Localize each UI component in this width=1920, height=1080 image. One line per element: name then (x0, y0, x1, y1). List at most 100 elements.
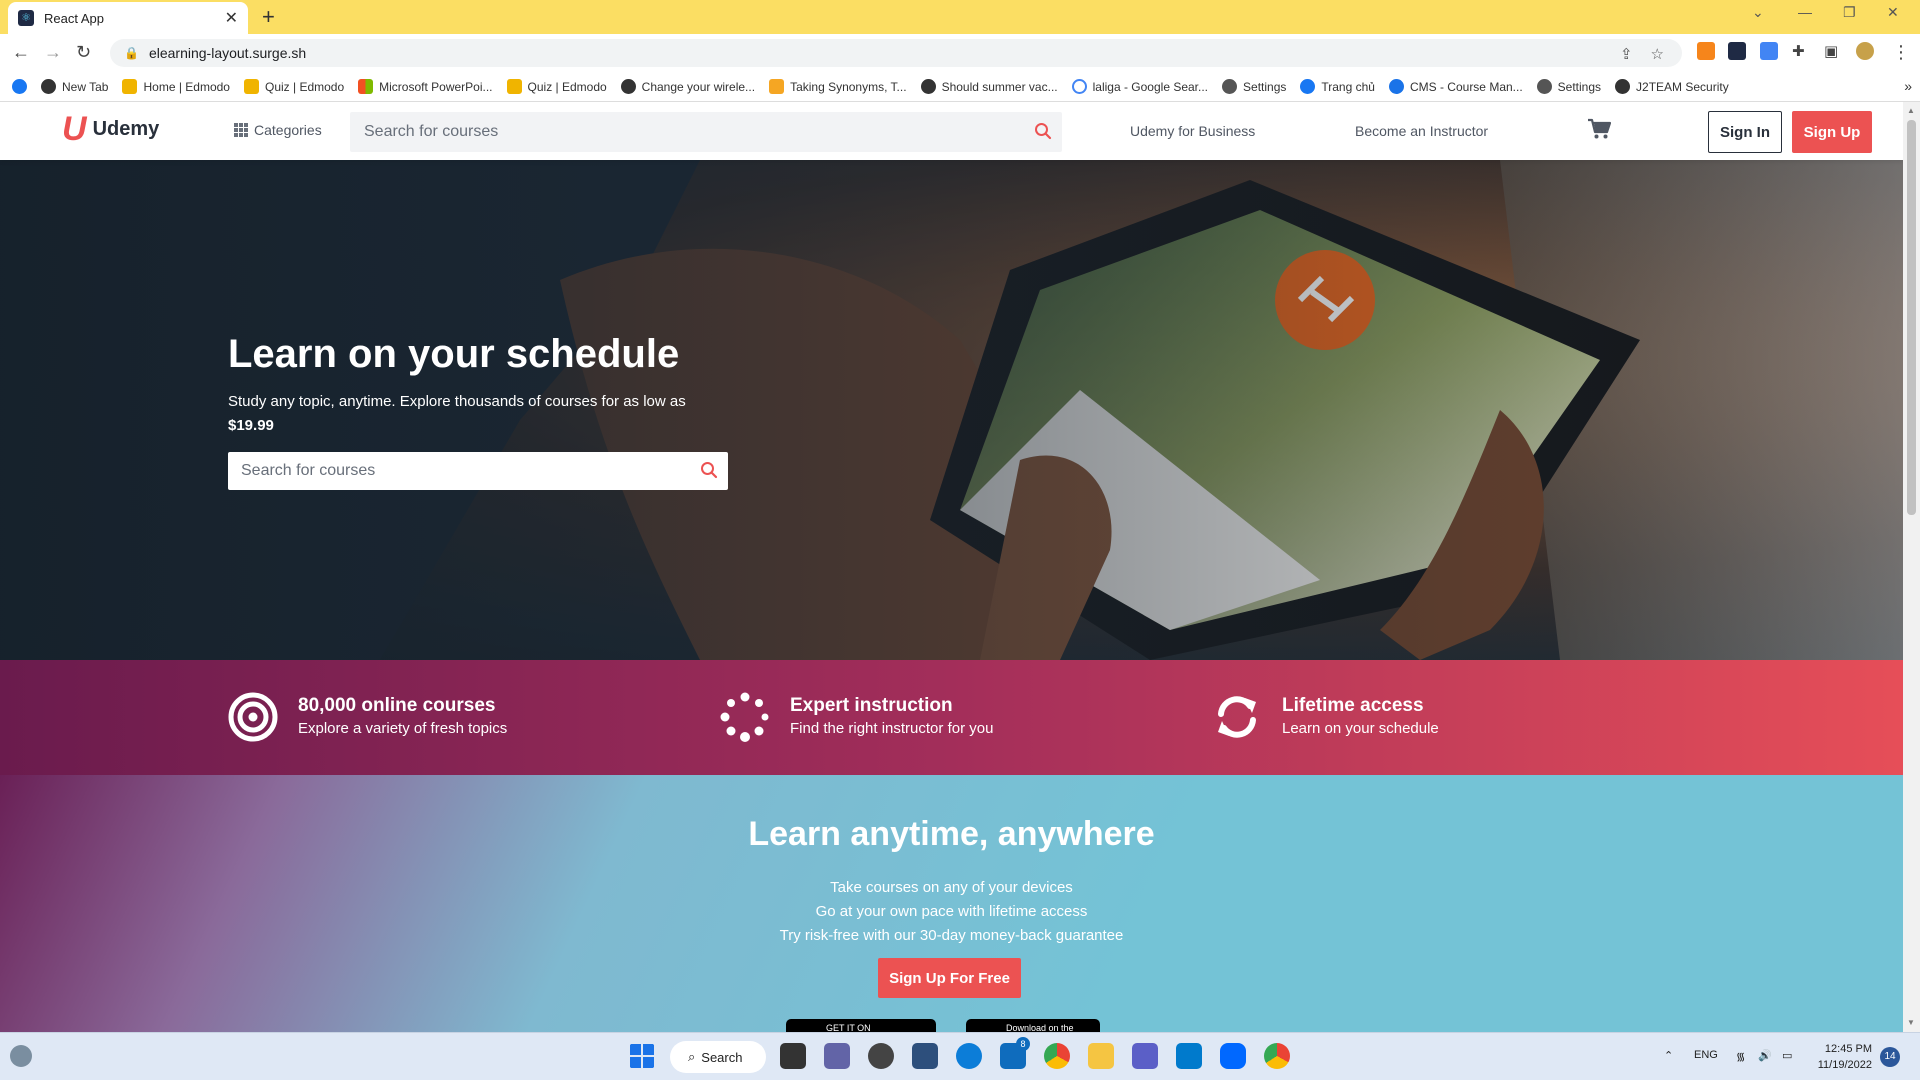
chrome-icon[interactable] (1044, 1043, 1070, 1069)
language-indicator[interactable]: ENG (1694, 1049, 1718, 1061)
cms-icon (1388, 79, 1404, 94)
window-close-icon[interactable]: ✕ (1887, 4, 1899, 21)
metamask-extension-icon[interactable] (1697, 42, 1715, 60)
file-explorer-icon[interactable] (1088, 1043, 1114, 1069)
puzzle-extensions-icon[interactable]: ✚ (1792, 42, 1805, 60)
microsoft-icon (358, 79, 374, 94)
minimize-icon[interactable]: — (1798, 4, 1812, 20)
bookmark-item[interactable]: Settings (1536, 79, 1601, 94)
wifi-icon[interactable]: ᯾ (1736, 1049, 1745, 1064)
bookmark-item[interactable]: Trang chủ (1300, 79, 1375, 94)
bookmark-item[interactable]: Quiz | Edmodo (243, 79, 344, 94)
categories-menu[interactable]: Categories (234, 122, 322, 138)
profile-avatar[interactable] (1856, 42, 1874, 60)
sign-up-button[interactable]: Sign Up (1792, 111, 1872, 153)
scroll-up-icon[interactable]: ▲ (1907, 106, 1915, 115)
bookmark-item[interactable]: Taking Synonyms, T... (769, 79, 907, 94)
search-icon[interactable] (700, 461, 718, 479)
search-icon[interactable] (1034, 122, 1052, 140)
double-chevron-right-icon[interactable]: » (1904, 78, 1912, 94)
categories-label: Categories (254, 122, 322, 138)
bookmark-item[interactable]: Settings (1222, 79, 1286, 94)
tab-close-icon[interactable]: ✕ (225, 8, 238, 28)
browser-tab[interactable]: ⚛ React App ✕ (8, 2, 248, 34)
browser-tab-bar: ⚛ React App ✕ + ⌄ — ❐ ✕ (0, 0, 1920, 34)
mail-badge: 8 (1016, 1037, 1030, 1051)
teams-chat-icon[interactable] (824, 1043, 850, 1069)
volume-icon[interactable]: 🔊 (1758, 1049, 1772, 1062)
taskbar-search[interactable]: ⌕ Search (670, 1041, 766, 1073)
sign-in-button[interactable]: Sign In (1708, 111, 1782, 153)
app-icon[interactable] (912, 1043, 938, 1069)
bookmark-label: Change your wirele... (641, 79, 756, 94)
chevron-down-icon[interactable]: ⌄ (1752, 4, 1764, 21)
menu-kebab-icon[interactable]: ⋮ (1892, 42, 1910, 63)
bookmark-item[interactable]: Should summer vac... (920, 79, 1058, 94)
edge-icon[interactable] (956, 1043, 982, 1069)
reload-icon[interactable]: ↻ (76, 42, 91, 63)
bookmark-item[interactable]: Microsoft PowerPoi... (358, 79, 493, 94)
back-icon[interactable]: ← (12, 42, 30, 63)
refresh-icon (1218, 696, 1256, 738)
feature-desc: Explore a variety of fresh topics (298, 720, 508, 737)
bookmark-star-icon[interactable]: ☆ (1651, 45, 1664, 63)
bookmark-item[interactable]: Change your wirele... (620, 79, 756, 94)
shopping-cart-icon[interactable] (1587, 118, 1611, 140)
app-icon[interactable] (868, 1043, 894, 1069)
facebook-bookmark[interactable] (12, 79, 27, 94)
bookmark-item[interactable]: Home | Edmodo (122, 79, 230, 94)
sign-up-free-button[interactable]: Sign Up For Free (878, 958, 1021, 998)
new-tab-icon[interactable]: + (262, 4, 275, 30)
share-icon[interactable]: ⇪ (1620, 45, 1633, 63)
chrome-profile-icon[interactable] (1264, 1043, 1290, 1069)
udemy-for-business-link[interactable]: Udemy for Business (1130, 123, 1255, 139)
features-band: 80,000 online courses Explore a variety … (0, 660, 1903, 775)
bookmark-item[interactable]: Quiz | Edmodo (506, 79, 607, 94)
bookmark-item[interactable]: J2TEAM Security (1615, 79, 1729, 94)
weather-widget-icon[interactable] (10, 1045, 32, 1067)
forward-icon[interactable]: → (44, 42, 62, 63)
become-instructor-link[interactable]: Become an Instructor (1355, 123, 1488, 139)
bookmark-label: New Tab (62, 79, 109, 94)
translate-extension-icon[interactable] (1760, 42, 1778, 60)
hero-search-input[interactable] (228, 452, 728, 490)
scroll-down-icon[interactable]: ▼ (1907, 1018, 1915, 1027)
system-clock[interactable]: 12:45 PM 11/19/2022 (1810, 1041, 1872, 1073)
bookmark-item[interactable]: laliga - Google Sear... (1071, 79, 1208, 94)
edmodo-icon (122, 79, 138, 94)
battery-icon[interactable]: ▭ (1782, 1049, 1792, 1062)
windows-start-icon[interactable] (629, 1043, 655, 1069)
header-search-input[interactable] (350, 112, 1062, 152)
page-scrollbar[interactable]: ▲ ▼ (1903, 102, 1920, 1032)
react-devtools-extension-icon[interactable] (1728, 42, 1746, 60)
hero-search (228, 452, 728, 490)
bookmarks-bar: New Tab Home | Edmodo Quiz | Edmodo Micr… (0, 72, 1920, 102)
globe-icon (920, 79, 936, 94)
section-line: Go at your own pace with lifetime access (815, 903, 1088, 920)
restore-icon[interactable]: ❐ (1843, 4, 1856, 21)
chevron-up-icon[interactable]: ⌃ (1664, 1049, 1673, 1062)
bookmark-label: CMS - Course Man... (1409, 79, 1523, 94)
hero-subtitle-text: Study any topic, anytime. Explore thousa… (228, 393, 686, 410)
app-store-badge[interactable]: Download on the (966, 1019, 1100, 1032)
bookmark-item[interactable]: CMS - Course Man... (1388, 79, 1523, 94)
feature-title: Expert instruction (790, 695, 953, 716)
url-text: elearning-layout.surge.sh (148, 45, 307, 61)
site-header: U Udemy Categories Udemy for Business Be… (0, 102, 1903, 160)
side-panel-icon[interactable]: ▣ (1824, 42, 1838, 60)
address-bar[interactable]: 🔒 elearning-layout.surge.sh ⇪ ☆ (110, 39, 1682, 67)
bookmark-label: Quiz | Edmodo (527, 79, 607, 94)
bookmark-label: Settings (1243, 79, 1287, 94)
teams-icon[interactable] (1132, 1043, 1158, 1069)
vscode-icon[interactable] (1176, 1043, 1202, 1069)
task-view-icon[interactable] (780, 1043, 806, 1069)
udemy-logo[interactable]: U Udemy (62, 112, 159, 146)
scrollbar-thumb[interactable] (1907, 120, 1916, 515)
feature-title: Lifetime access (1282, 695, 1424, 716)
globe-icon (41, 79, 56, 94)
web-page: U Udemy Categories Udemy for Business Be… (0, 102, 1903, 1032)
bookmark-item[interactable]: New Tab (41, 79, 108, 94)
zalo-icon[interactable] (1220, 1043, 1246, 1069)
notification-badge[interactable]: 14 (1880, 1047, 1900, 1067)
google-play-badge[interactable]: GET IT ON (786, 1019, 936, 1032)
